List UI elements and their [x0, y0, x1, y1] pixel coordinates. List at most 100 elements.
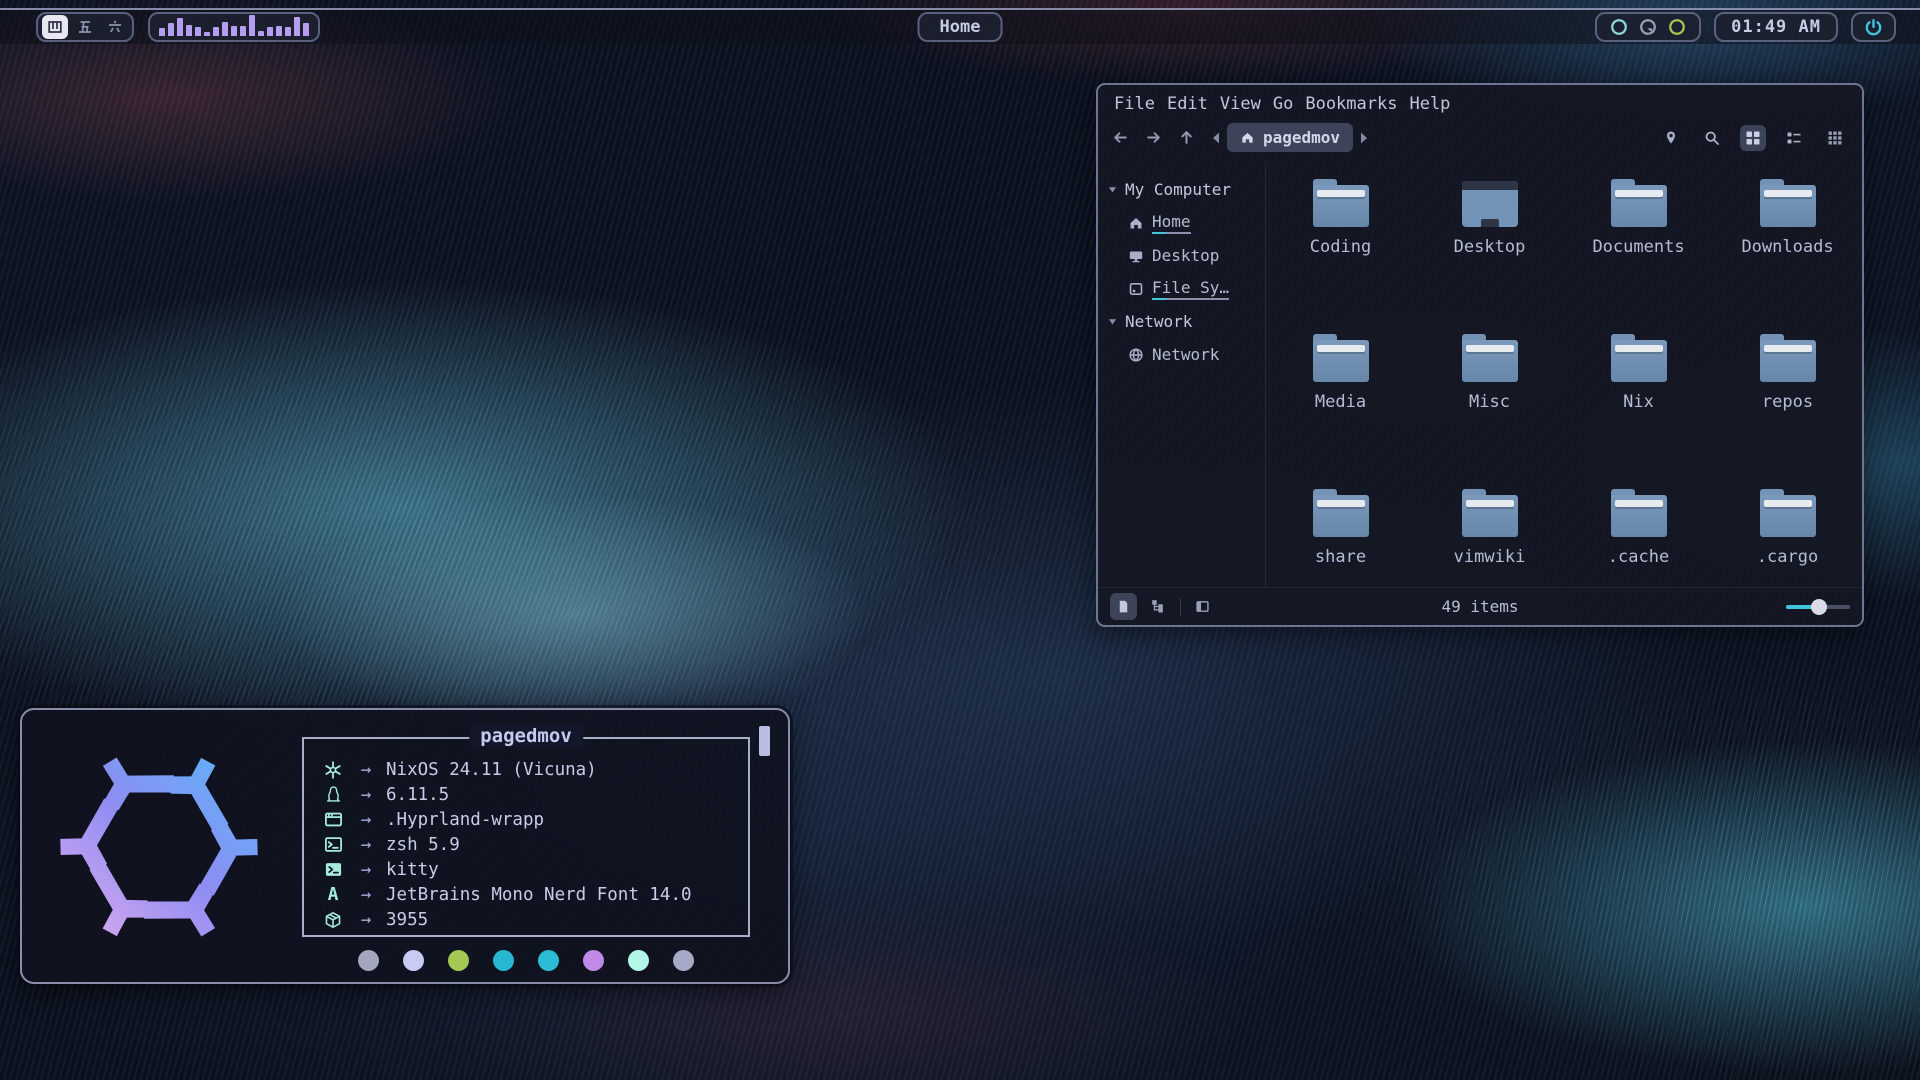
compact-view-button[interactable]: [1781, 125, 1807, 151]
chevron-left-icon: [1211, 132, 1221, 144]
folder-name: Documents: [1592, 237, 1684, 257]
folder-name: Downloads: [1741, 237, 1833, 257]
folder-name: .cargo: [1757, 547, 1818, 567]
folder-item[interactable]: Media: [1271, 334, 1411, 489]
arrow-glyph: →: [346, 810, 386, 830]
item-count: 49 items: [1441, 597, 1518, 616]
terminal-icon: [320, 860, 346, 879]
visualizer-bar: [267, 27, 273, 36]
visualizer-bar: [222, 22, 228, 36]
power-icon: [1864, 18, 1883, 37]
path-tab-label: pagedmov: [1263, 128, 1340, 147]
menu-help[interactable]: Help: [1409, 94, 1450, 114]
file-manager-window: File Edit View Go Bookmarks Help pagedmo…: [1096, 83, 1864, 627]
indicator-circle2-icon[interactable]: [1668, 18, 1686, 36]
info-row-kernel: → 6.11.5: [320, 782, 730, 807]
folder-item[interactable]: Nix: [1569, 334, 1709, 489]
sidebar-section-my-computer[interactable]: My Computer: [1108, 173, 1265, 206]
forward-button[interactable]: [1145, 129, 1162, 146]
status-bar: 49 items: [1098, 587, 1862, 625]
section-label: My Computer: [1125, 180, 1231, 199]
visualizer-bar: [249, 15, 255, 36]
workspace-glyph-four: [47, 19, 63, 35]
places-sidebar: My Computer Home Desktop: [1098, 161, 1266, 587]
sidebar-item-label: File Sy…: [1152, 278, 1229, 300]
terminal-cursor: [759, 726, 770, 756]
visualizer-bar: [240, 26, 246, 36]
folder-item[interactable]: Downloads: [1718, 179, 1858, 334]
folder-grid: Coding Desktop Documents Downloads Media…: [1266, 161, 1862, 587]
zoom-thumb-handle[interactable]: [1811, 599, 1827, 615]
desktop-monitor-icon: [1462, 181, 1518, 227]
show-places-button[interactable]: [1110, 593, 1137, 620]
indicator-idle-icon[interactable]: [1639, 18, 1657, 36]
home-icon: [1128, 215, 1144, 231]
power-button[interactable]: [1851, 12, 1896, 42]
location-pin-icon: [1663, 130, 1679, 146]
workspace-button-3[interactable]: [102, 15, 128, 39]
folder-item[interactable]: repos: [1718, 334, 1858, 489]
folder-item[interactable]: Desktop: [1420, 179, 1560, 334]
info-row-font: A → JetBrains Mono Nerd Font 14.0: [320, 882, 730, 907]
sidebar-item-filesystem[interactable]: File Sy…: [1108, 272, 1265, 305]
clock[interactable]: 01:49 AM: [1714, 12, 1838, 42]
visualizer-bar: [276, 26, 282, 36]
sidebar-item-home[interactable]: Home: [1108, 206, 1265, 239]
drive-icon: [1128, 281, 1144, 297]
terminal-value: kitty: [386, 860, 439, 880]
visualizer-bar: [294, 17, 300, 36]
palette-dot: [493, 950, 514, 971]
globe-icon: [1128, 347, 1144, 363]
sidebar-item-label: Network: [1152, 345, 1219, 364]
back-button[interactable]: [1112, 129, 1129, 146]
nix-snowflake-icon: [320, 760, 346, 780]
workspace-switcher: [36, 12, 134, 42]
top-bar: Home 01:49 AM: [0, 8, 1920, 44]
list-view-icon: [1786, 130, 1802, 146]
menu-go[interactable]: Go: [1273, 94, 1293, 114]
folder-icon: [1462, 489, 1518, 537]
up-button[interactable]: [1178, 129, 1195, 146]
font-value: JetBrains Mono Nerd Font 14.0: [386, 885, 692, 905]
workspace-button-1[interactable]: [42, 15, 68, 39]
folder-icon: [1611, 334, 1667, 382]
toggle-side-pane-button[interactable]: [1189, 593, 1216, 620]
current-path-tab[interactable]: pagedmov: [1227, 123, 1353, 152]
side-pane-icon: [1195, 599, 1210, 614]
sidebar-section-network[interactable]: Network: [1108, 305, 1265, 338]
zoom-slider[interactable]: [1786, 599, 1850, 615]
arrow-glyph: →: [346, 860, 386, 880]
info-row-wm: → .Hyprland-wrapp: [320, 807, 730, 832]
menu-view[interactable]: View: [1220, 94, 1261, 114]
folder-item[interactable]: Coding: [1271, 179, 1411, 334]
terminal-window[interactable]: pagedmov → NixOS 24.11 (Vicuna) → 6.11.5…: [20, 708, 790, 984]
visualizer-bar: [213, 27, 219, 36]
location-button[interactable]: [1658, 125, 1684, 151]
back-arrow-icon: [1112, 129, 1129, 146]
search-button[interactable]: [1699, 125, 1725, 151]
up-arrow-icon: [1178, 129, 1195, 146]
kernel-value: 6.11.5: [386, 785, 449, 805]
icon-view-button[interactable]: [1740, 125, 1766, 151]
toolbar: pagedmov: [1098, 118, 1862, 161]
toolbar-right: [1658, 125, 1848, 151]
menu-edit[interactable]: Edit: [1167, 94, 1208, 114]
show-tree-button[interactable]: [1145, 593, 1172, 620]
folder-name: Coding: [1310, 237, 1371, 257]
folder-name: Misc: [1469, 392, 1510, 412]
detail-view-button[interactable]: [1822, 125, 1848, 151]
tab-scroll-left-button[interactable]: [1211, 132, 1221, 144]
forward-arrow-icon: [1145, 129, 1162, 146]
search-icon: [1704, 130, 1720, 146]
menu-bookmarks[interactable]: Bookmarks: [1305, 94, 1397, 114]
menu-file[interactable]: File: [1114, 94, 1155, 114]
workspace-button-2[interactable]: [72, 15, 98, 39]
sidebar-item-desktop[interactable]: Desktop: [1108, 239, 1265, 272]
sidebar-item-network[interactable]: Network: [1108, 338, 1265, 371]
wm-value: .Hyprland-wrapp: [386, 810, 544, 830]
folder-item[interactable]: Documents: [1569, 179, 1709, 334]
indicator-circle-icon[interactable]: [1610, 18, 1628, 36]
focused-window-title[interactable]: Home: [918, 12, 1003, 42]
tab-scroll-right-button[interactable]: [1359, 132, 1369, 144]
folder-item[interactable]: Misc: [1420, 334, 1560, 489]
